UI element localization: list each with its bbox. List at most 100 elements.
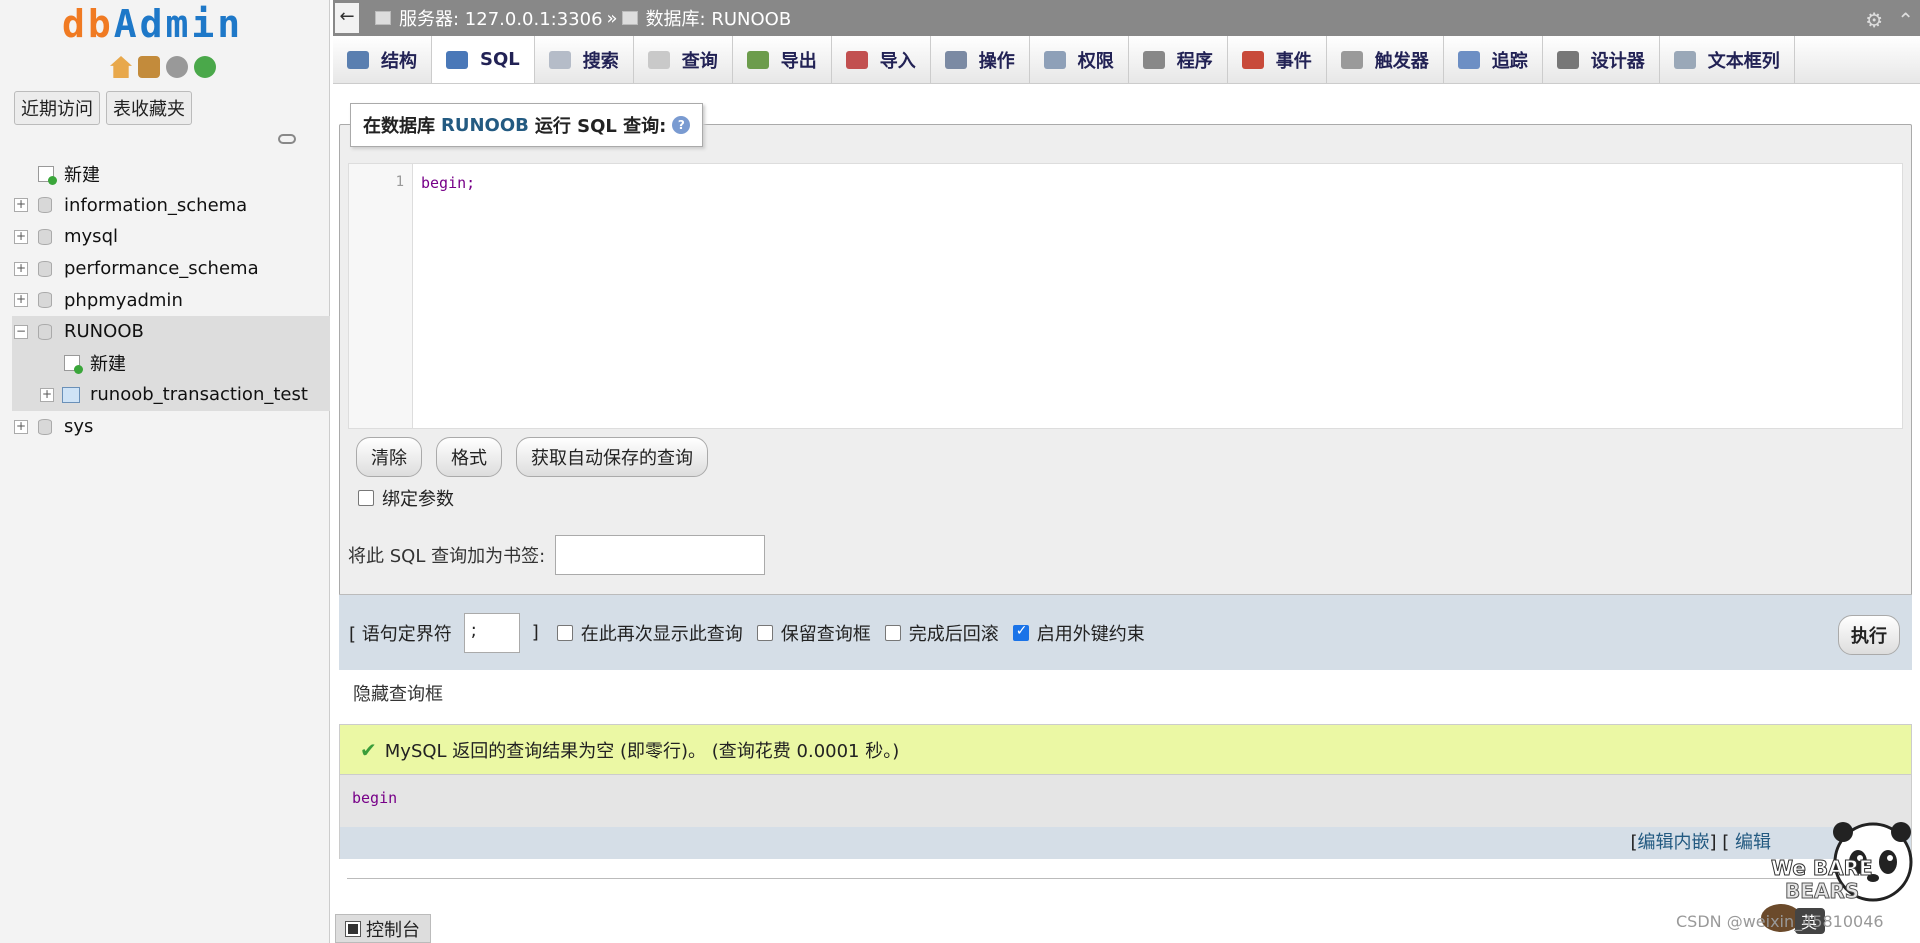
- tree-item-information-schema[interactable]: + information_schema: [12, 190, 330, 222]
- bind-params-checkbox[interactable]: [358, 490, 374, 506]
- tree-item-label[interactable]: information_schema: [64, 195, 247, 216]
- tab-13[interactable]: 文本框列: [1660, 36, 1795, 83]
- tab-icon: [347, 50, 369, 69]
- query-options-bar: [ 语句定界符 ; ] 在此再次显示此查询 保留查询框 完成后回滚 启用外键约束…: [339, 594, 1912, 670]
- database-tree: 新建 + information_schema + mysql + perfor…: [12, 158, 330, 442]
- bookmark-input[interactable]: [555, 535, 766, 575]
- hide-query-box-link[interactable]: 隐藏查询框: [353, 680, 443, 706]
- expand-icon[interactable]: +: [40, 387, 54, 402]
- reload-icon[interactable]: [194, 56, 216, 78]
- sql-code[interactable]: begin;: [421, 174, 475, 192]
- result-message-text: MySQL 返回的查询结果为空 (即零行)。 (查询花费 0.0001 秒。): [384, 740, 900, 762]
- go-button[interactable]: 执行: [1838, 615, 1900, 655]
- expand-icon[interactable]: +: [14, 261, 28, 276]
- collapse-sidebar-icon[interactable]: ←: [335, 3, 359, 33]
- tree-item-label[interactable]: mysql: [64, 226, 118, 247]
- home-icon[interactable]: [110, 56, 132, 78]
- gear-icon[interactable]: ⚙: [1865, 8, 1883, 32]
- option-enable-foreign-keys[interactable]: 启用外键约束: [1012, 620, 1145, 646]
- tab-6[interactable]: 操作: [931, 36, 1030, 83]
- get-autosaved-query-button[interactable]: 获取自动保存的查询: [516, 437, 708, 477]
- tab-5[interactable]: 导入: [832, 36, 931, 83]
- tree-item-performance-schema[interactable]: + performance_schema: [12, 253, 330, 285]
- tab-label: 追踪: [1491, 50, 1528, 72]
- option-label: 启用外键约束: [1036, 623, 1145, 645]
- quick-icons: [110, 56, 216, 78]
- sql-editor[interactable]: 1 begin;: [348, 163, 1903, 429]
- tab-7[interactable]: 权限: [1030, 36, 1129, 83]
- tab-3[interactable]: 查询: [634, 36, 733, 83]
- tab-icon: [1457, 50, 1480, 69]
- tree-item-label[interactable]: runoob_transaction_test: [90, 384, 308, 405]
- title-db-name: RUNOOB: [441, 114, 529, 136]
- retain-query-box-checkbox[interactable]: [756, 624, 773, 641]
- tree-item-label[interactable]: phpmyadmin: [64, 290, 183, 311]
- tree-item-mysql[interactable]: + mysql: [12, 221, 330, 253]
- tab-label: 事件: [1275, 50, 1312, 72]
- line-gutter: 1: [349, 164, 413, 428]
- bind-params-label: 绑定参数: [382, 489, 454, 510]
- tab-0[interactable]: 结构: [333, 36, 432, 83]
- show-query-again-checkbox[interactable]: [556, 624, 573, 641]
- database-icon: [621, 11, 638, 25]
- svg-text:BEARS: BEARS: [1785, 879, 1859, 903]
- tree-item-runoob[interactable]: − RUNOOB: [12, 315, 330, 348]
- expand-icon[interactable]: +: [14, 293, 28, 308]
- breadcrumb-bar: ← 服务器: 127.0.0.1:3306 » 数据库: RUNOOB ⚙ ⌃: [333, 0, 1920, 36]
- option-show-query-again[interactable]: 在此再次显示此查询: [556, 620, 743, 646]
- tab-8[interactable]: 程序: [1129, 36, 1228, 83]
- tree-item-label[interactable]: 新建: [64, 161, 100, 187]
- tree-item-runoob-new[interactable]: 新建: [12, 347, 330, 380]
- breadcrumb-server[interactable]: 服务器: 127.0.0.1:3306: [399, 5, 603, 31]
- tree-item-sys[interactable]: + sys: [12, 411, 330, 443]
- expand-icon[interactable]: +: [14, 229, 28, 244]
- console-tab[interactable]: 控制台: [335, 914, 431, 943]
- rollback-checkbox[interactable]: [884, 624, 901, 641]
- tree-item-label[interactable]: performance_schema: [64, 258, 259, 279]
- tab-9[interactable]: 事件: [1228, 36, 1327, 83]
- app-logo[interactable]: dbAdmin: [62, 2, 243, 46]
- favorites-button[interactable]: 表收藏夹: [106, 91, 192, 125]
- clear-button[interactable]: 清除: [356, 437, 422, 477]
- collapse-icon[interactable]: −: [14, 324, 28, 339]
- tab-4[interactable]: 导出: [733, 36, 832, 83]
- edit-inline-link[interactable]: 编辑内嵌: [1637, 832, 1709, 853]
- tab-icon: [845, 50, 868, 69]
- tree-item-phpmyadmin[interactable]: + phpmyadmin: [12, 284, 330, 316]
- new-db-icon: [38, 165, 57, 185]
- main-content: ← 服务器: 127.0.0.1:3306 » 数据库: RUNOOB ⚙ ⌃ …: [333, 0, 1920, 943]
- tab-label: 搜索: [582, 50, 619, 72]
- database-icon: [38, 292, 52, 309]
- tab-11[interactable]: 追踪: [1444, 36, 1543, 83]
- help-icon[interactable]: ?: [672, 116, 691, 134]
- expand-icon[interactable]: +: [14, 198, 28, 213]
- breadcrumb-database[interactable]: 数据库: RUNOOB: [646, 5, 792, 31]
- tree-item-label[interactable]: 新建: [90, 350, 126, 376]
- sql-query-panel: 在数据库 RUNOOB 运行 SQL 查询: ? 1 begin; 清除 格式 …: [339, 103, 1912, 670]
- tab-10[interactable]: 触发器: [1327, 36, 1444, 83]
- foreign-keys-checkbox[interactable]: [1012, 623, 1029, 641]
- settings-icon[interactable]: [166, 56, 188, 78]
- tree-item-new[interactable]: 新建: [12, 158, 330, 190]
- collapse-icon[interactable]: ⌃: [1897, 8, 1914, 32]
- tab-icon: [647, 50, 670, 69]
- tab-12[interactable]: 设计器: [1543, 36, 1660, 83]
- logo-part-admin: Admin: [113, 2, 244, 46]
- executed-sql: begin: [340, 775, 1911, 827]
- exit-icon[interactable]: [138, 56, 160, 78]
- format-button[interactable]: 格式: [436, 437, 502, 477]
- link-icon[interactable]: [278, 134, 296, 144]
- option-rollback-when-finished[interactable]: 完成后回滚: [884, 620, 999, 646]
- tab-1[interactable]: SQL: [432, 36, 535, 83]
- tab-2[interactable]: 搜索: [535, 36, 634, 83]
- delimiter-input[interactable]: ;: [463, 612, 520, 653]
- tab-icon: [1673, 50, 1696, 69]
- option-retain-query-box[interactable]: 保留查询框: [756, 620, 871, 646]
- tab-icon: [1043, 50, 1066, 69]
- expand-icon[interactable]: +: [14, 419, 28, 434]
- tree-item-runoob-transaction-test[interactable]: + runoob_transaction_test: [12, 379, 330, 411]
- recent-button[interactable]: 近期访问: [14, 91, 100, 125]
- tab-label: 程序: [1176, 50, 1213, 72]
- tree-item-label[interactable]: RUNOOB: [64, 321, 144, 342]
- tree-item-label[interactable]: sys: [64, 416, 93, 437]
